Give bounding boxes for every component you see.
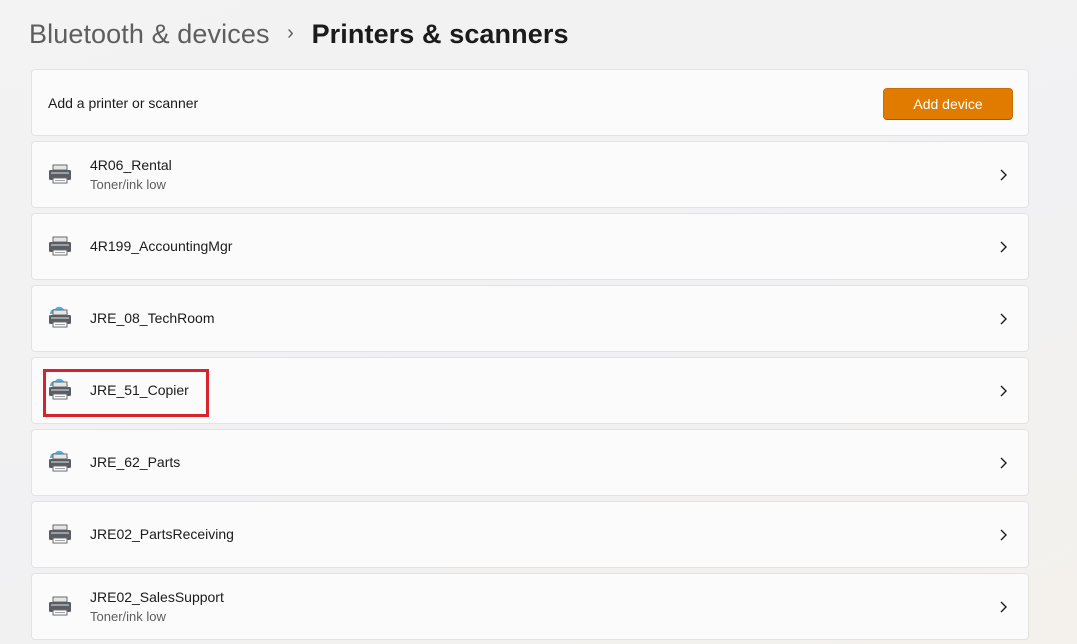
chevron-right-icon <box>1000 385 1007 397</box>
printer-status: Toner/ink low <box>90 608 166 624</box>
printer-text: JRE_62_Parts <box>90 430 180 495</box>
breadcrumb-parent-link[interactable]: Bluetooth & devices <box>29 19 270 50</box>
page-title: Printers & scanners <box>311 18 569 49</box>
network-printer-icon <box>49 450 71 472</box>
printer-row-jre-08-techroom[interactable]: JRE_08_TechRoom <box>31 285 1029 352</box>
add-device-button[interactable]: Add device <box>883 88 1013 120</box>
printer-row-jre-62-parts[interactable]: JRE_62_Parts <box>31 429 1029 496</box>
chevron-right-icon <box>1000 601 1007 613</box>
printer-text: JRE02_PartsReceiving <box>90 502 234 567</box>
printer-text: JRE02_SalesSupport Toner/ink low <box>90 574 224 639</box>
printer-text: 4R06_Rental Toner/ink low <box>90 142 172 207</box>
network-printer-icon <box>49 378 71 400</box>
chevron-right-icon <box>1000 457 1007 469</box>
printer-icon <box>49 236 71 256</box>
chevron-right-icon <box>1000 313 1007 325</box>
printer-row-jre-51-copier[interactable]: JRE_51_Copier <box>31 357 1029 424</box>
printer-text: JRE_08_TechRoom <box>90 286 215 351</box>
network-printer-icon <box>49 306 71 328</box>
breadcrumb-separator-icon: › <box>287 21 294 44</box>
printer-name: JRE_51_Copier <box>90 382 189 398</box>
printer-text: JRE_51_Copier <box>90 358 189 423</box>
printer-name: JRE02_SalesSupport <box>90 588 224 605</box>
printer-row-4r06-rental[interactable]: 4R06_Rental Toner/ink low <box>31 141 1029 208</box>
printer-row-jre02-salessupport[interactable]: JRE02_SalesSupport Toner/ink low <box>31 573 1029 640</box>
printer-status: Toner/ink low <box>90 176 166 192</box>
chevron-right-icon <box>1000 241 1007 253</box>
printer-icon <box>49 596 71 616</box>
printer-row-jre02-partsreceiving[interactable]: JRE02_PartsReceiving <box>31 501 1029 568</box>
printer-text: 4R199_AccountingMgr <box>90 214 232 279</box>
printer-icon <box>49 164 71 184</box>
add-printer-card: Add a printer or scanner Add device <box>31 69 1029 136</box>
chevron-right-icon <box>1000 529 1007 541</box>
printer-row-4r199-accountingmgr[interactable]: 4R199_AccountingMgr <box>31 213 1029 280</box>
add-printer-label: Add a printer or scanner <box>48 94 199 111</box>
printer-icon <box>49 524 71 544</box>
printer-name: 4R199_AccountingMgr <box>90 238 233 254</box>
printer-name: JRE02_PartsReceiving <box>90 526 234 542</box>
breadcrumb: Bluetooth & devices › Printers & scanner… <box>29 14 569 54</box>
chevron-right-icon <box>1000 169 1007 181</box>
printer-name: JRE_62_Parts <box>90 454 181 470</box>
printer-name: 4R06_Rental <box>90 156 172 173</box>
printer-name: JRE_08_TechRoom <box>90 310 215 326</box>
